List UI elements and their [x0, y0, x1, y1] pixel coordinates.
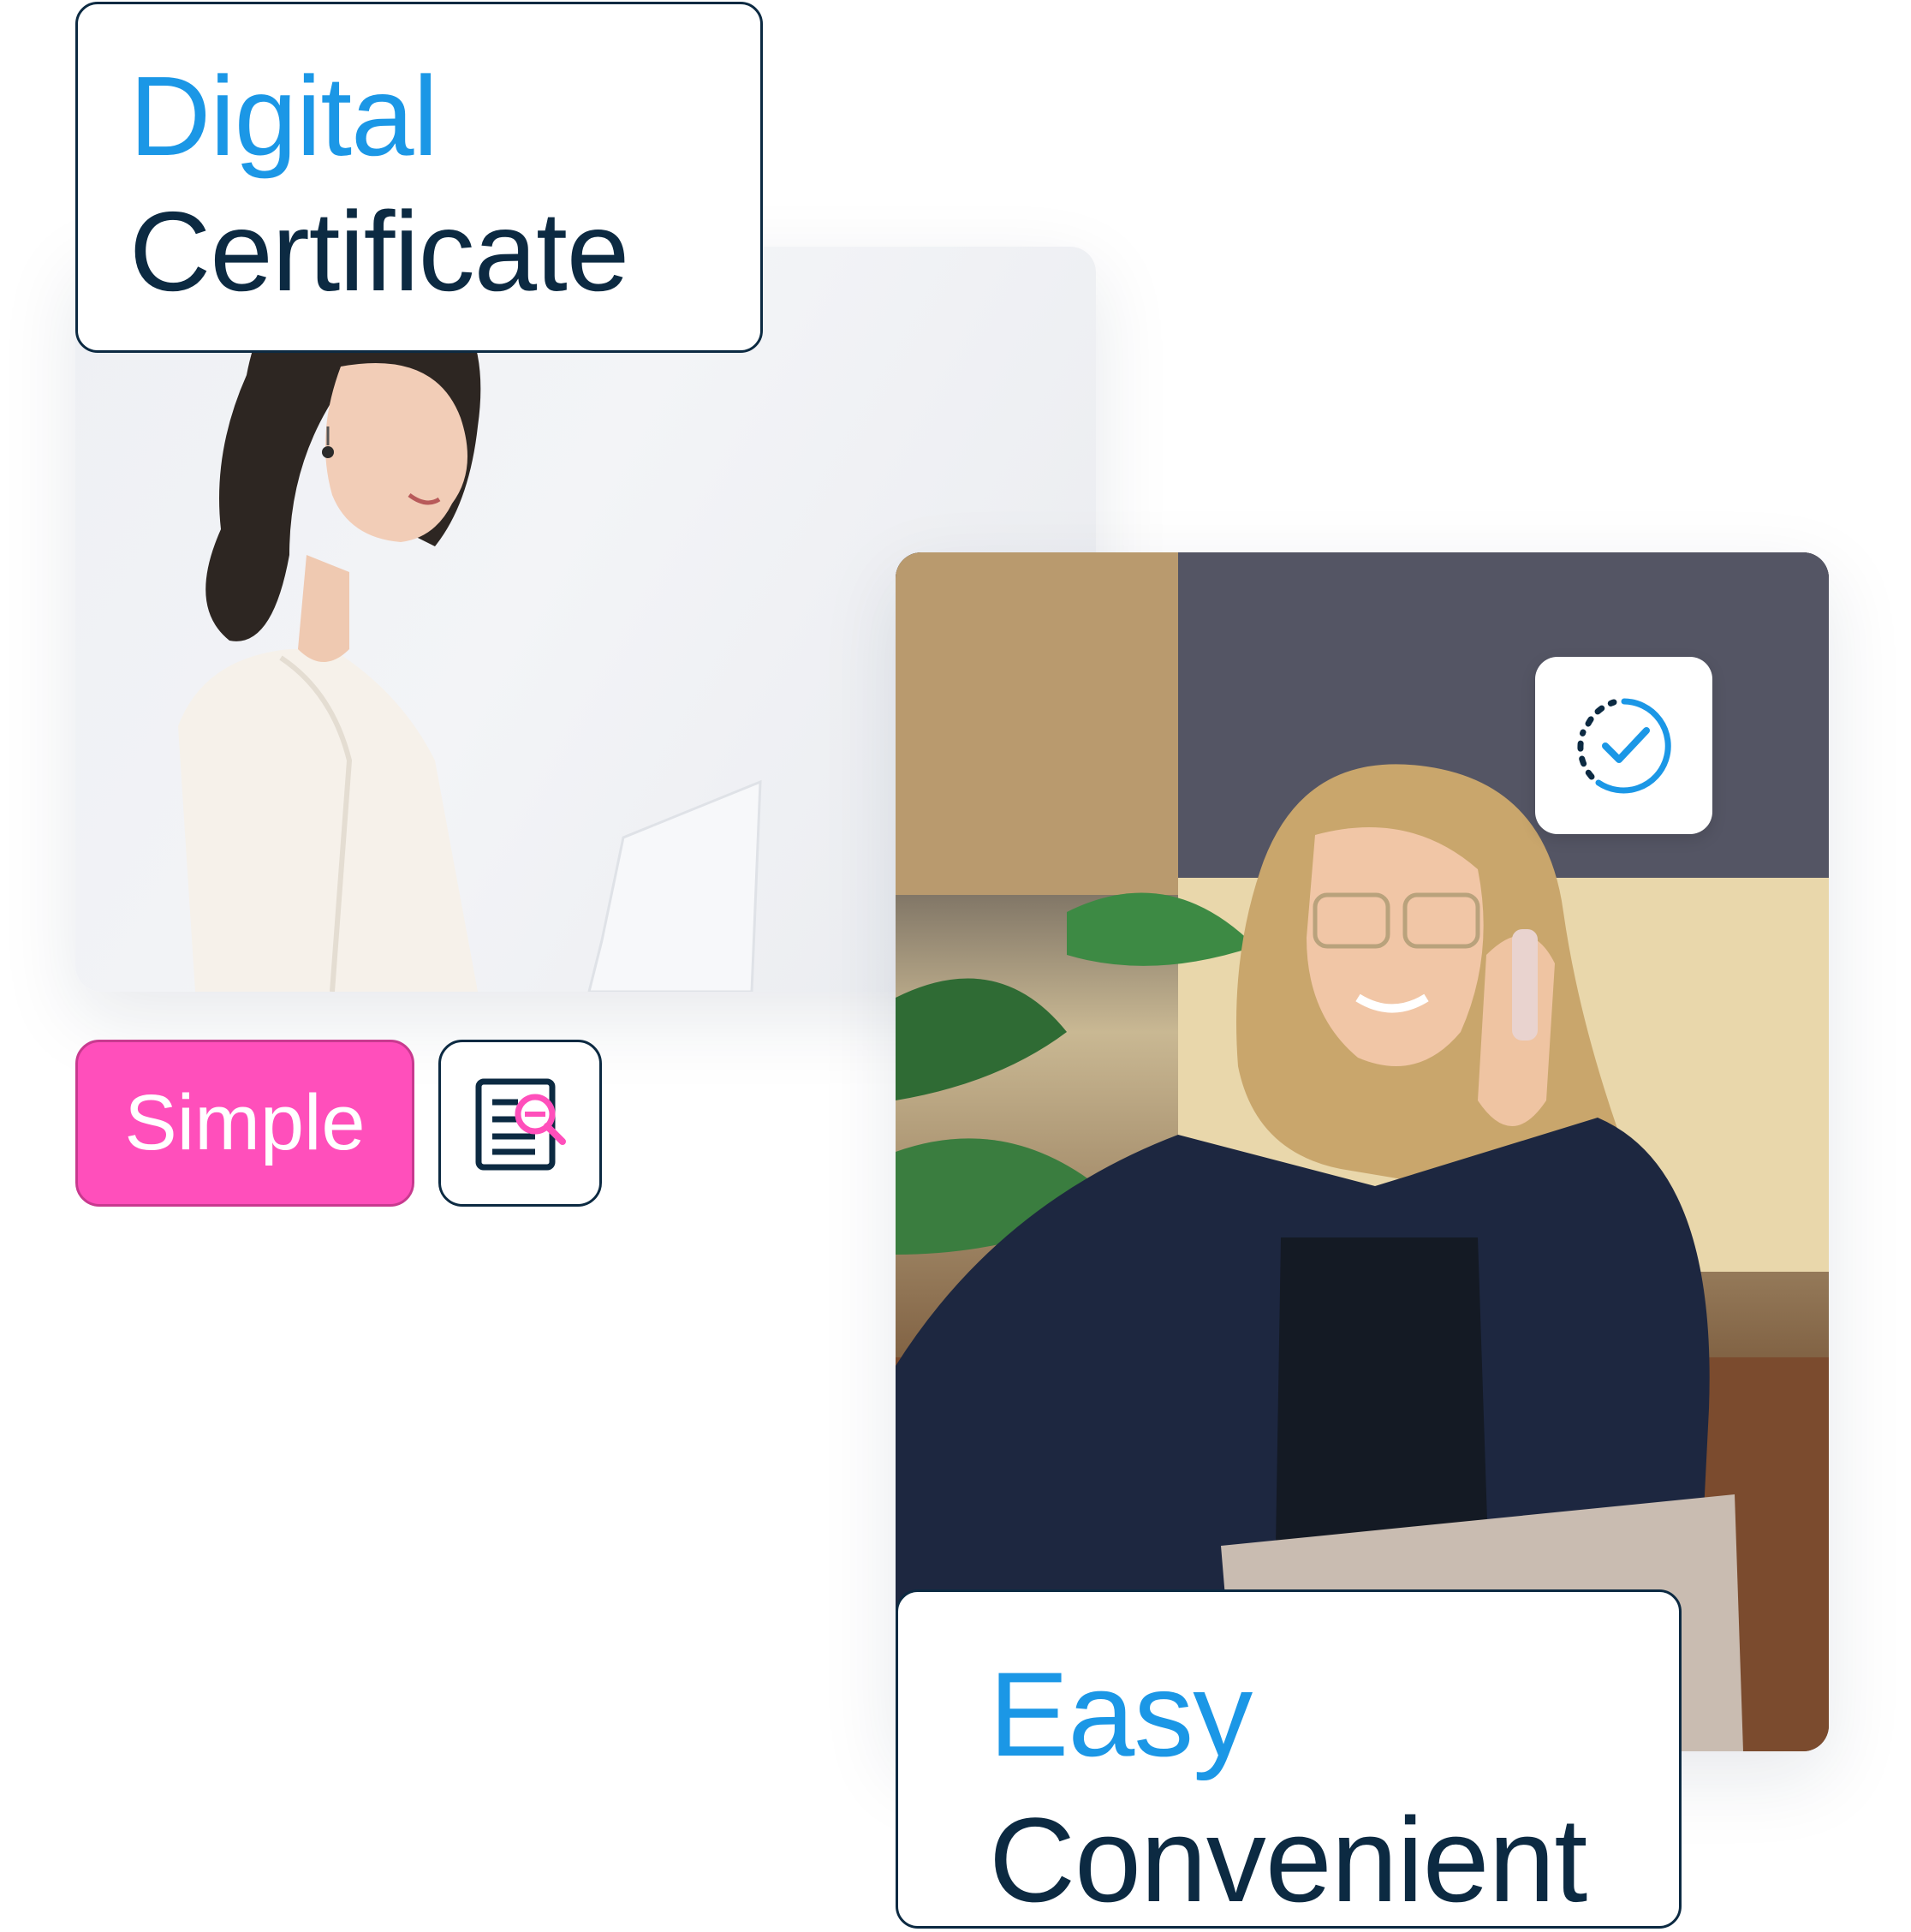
easy-convenient-card: Easy Convenient [896, 1589, 1682, 1929]
simple-tag: Simple [75, 1040, 414, 1207]
document-search-tile [438, 1040, 602, 1207]
document-search-icon [475, 1078, 566, 1170]
card-title-accent: Easy [989, 1647, 1253, 1781]
card-title-accent: Digital [129, 53, 438, 179]
digital-certificate-card: Digital Certificate [75, 2, 763, 353]
card-title-main: Convenient [989, 1792, 1587, 1927]
check-progress-icon [1576, 698, 1671, 793]
card-title-main: Certificate [129, 188, 629, 314]
simple-tag-label: Simple [124, 1079, 366, 1166]
check-status-tile [1535, 657, 1712, 834]
